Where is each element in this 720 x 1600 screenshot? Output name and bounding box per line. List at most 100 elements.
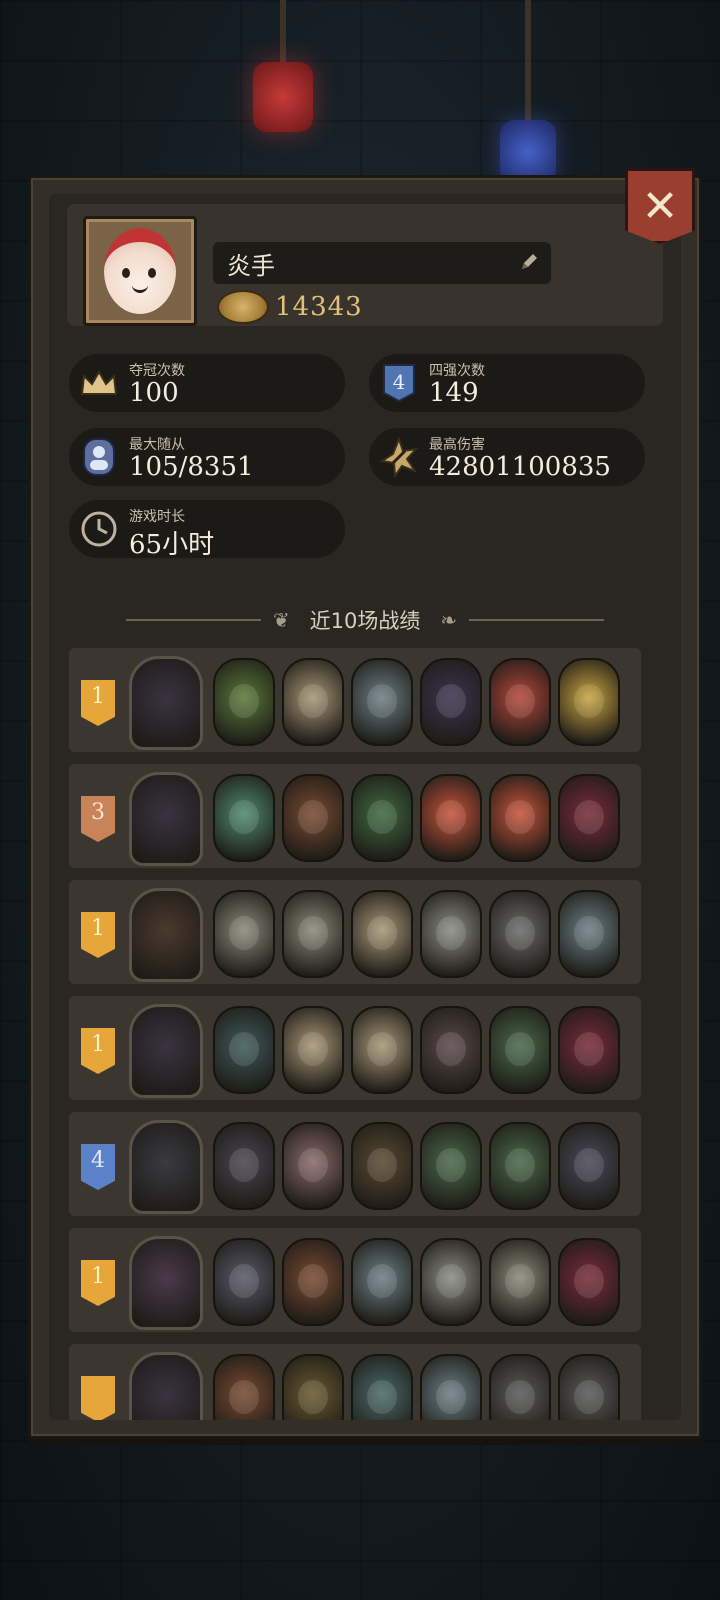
section-title: 近10场战绩 xyxy=(309,609,421,633)
hero-portrait-icon[interactable] xyxy=(129,1236,203,1330)
stat-top-four: 4 四强次数 149 xyxy=(369,354,645,412)
minion-card-icon[interactable] xyxy=(351,1354,413,1420)
minion-card-icon[interactable] xyxy=(420,1238,482,1326)
placement-badge: 1 xyxy=(81,1260,115,1306)
close-icon: ✕ xyxy=(641,180,679,232)
minion-card-icon[interactable] xyxy=(282,1122,344,1210)
hero-portrait-icon[interactable] xyxy=(129,1352,203,1420)
minion-card-icon[interactable] xyxy=(489,1122,551,1210)
minion-card-icon[interactable] xyxy=(282,774,344,862)
swirl-ornament-icon: ❦ xyxy=(272,608,290,632)
panel-content: 炎手 14343 夺冠次数 100 4 四强次数 149 最大随从 105/83… xyxy=(49,194,681,1420)
hero-portrait-icon[interactable] xyxy=(129,1004,203,1098)
minion-card-icon[interactable] xyxy=(351,1238,413,1326)
hero-portrait-icon[interactable] xyxy=(129,1120,203,1214)
minion-card-icon[interactable] xyxy=(282,1354,344,1420)
minion-card-icon[interactable] xyxy=(489,774,551,862)
minion-card-icon[interactable] xyxy=(351,890,413,978)
red-lantern-jar xyxy=(253,62,313,132)
minion-card-icon[interactable] xyxy=(558,1006,620,1094)
hanging-rope xyxy=(525,0,531,120)
divider-line xyxy=(125,619,261,621)
svg-text:4: 4 xyxy=(393,370,406,394)
minion-card-icon[interactable] xyxy=(420,890,482,978)
minion-card-icon[interactable] xyxy=(420,658,482,746)
minion-card-icon[interactable] xyxy=(351,658,413,746)
profile-header: 炎手 14343 xyxy=(67,204,663,326)
placement-badge: 4 xyxy=(81,1144,115,1190)
minion-card-icon[interactable] xyxy=(213,1122,275,1210)
minion-card-icon[interactable] xyxy=(282,1006,344,1094)
minion-card-icon[interactable] xyxy=(489,1006,551,1094)
minion-card-icon[interactable] xyxy=(213,1006,275,1094)
stat-max-minions: 最大随从 105/8351 xyxy=(69,428,345,486)
stat-value: 149 xyxy=(429,378,479,408)
battle-record-row[interactable] xyxy=(67,1342,643,1420)
minion-card-icon[interactable] xyxy=(558,1354,620,1420)
minion-card-icon[interactable] xyxy=(558,1122,620,1210)
hero-portrait-icon[interactable] xyxy=(129,888,203,982)
hanging-rope xyxy=(280,0,286,64)
minion-card-icon[interactable] xyxy=(420,1006,482,1094)
crown-icon xyxy=(79,363,119,403)
stat-play-time: 游戏时长 65小时 xyxy=(69,500,345,560)
pencil-edit-icon[interactable] xyxy=(519,252,539,272)
minion-card-icon[interactable] xyxy=(558,890,620,978)
minion-card-icon[interactable] xyxy=(351,1006,413,1094)
battle-record-row[interactable]: 1 xyxy=(67,994,643,1102)
shield-4-icon: 4 xyxy=(379,363,419,403)
placement-badge: 1 xyxy=(81,912,115,958)
stat-label: 游戏时长 xyxy=(129,509,185,525)
coin-icon xyxy=(217,290,269,324)
minion-card-icon[interactable] xyxy=(213,774,275,862)
recent-battles-header: ❦ 近10场战绩 ❧ xyxy=(49,604,681,636)
minion-card-icon[interactable] xyxy=(558,774,620,862)
battle-record-row[interactable]: 3 xyxy=(67,762,643,870)
battle-record-row[interactable]: 1 xyxy=(67,646,643,754)
divider-line xyxy=(469,619,605,621)
minion-card-icon[interactable] xyxy=(420,1354,482,1420)
minion-card-icon[interactable] xyxy=(558,658,620,746)
minion-card-icon[interactable] xyxy=(489,1238,551,1326)
minion-card-icon[interactable] xyxy=(351,1122,413,1210)
minion-card-icon[interactable] xyxy=(282,1238,344,1326)
stat-championships: 夺冠次数 100 xyxy=(69,354,345,412)
minion-card-icon[interactable] xyxy=(489,1354,551,1420)
hero-portrait-icon[interactable] xyxy=(129,656,203,750)
minion-card-icon[interactable] xyxy=(213,890,275,978)
stat-value: 105/8351 xyxy=(129,452,254,482)
minion-card-icon[interactable] xyxy=(213,1238,275,1326)
coin-value: 14343 xyxy=(275,292,363,322)
minion-card-icon[interactable] xyxy=(282,890,344,978)
stat-label: 夺冠次数 xyxy=(129,363,185,379)
battle-record-row[interactable]: 4 xyxy=(67,1110,643,1218)
hero-portrait-icon[interactable] xyxy=(129,772,203,866)
stat-label: 最高伤害 xyxy=(429,437,485,453)
minion-card-icon[interactable] xyxy=(420,1122,482,1210)
placement-badge: 3 xyxy=(81,796,115,842)
close-button[interactable]: ✕ xyxy=(625,168,695,244)
red-hood-girl-portrait-icon xyxy=(104,228,176,314)
battle-record-row[interactable]: 1 xyxy=(67,1226,643,1334)
minion-card-icon[interactable] xyxy=(489,890,551,978)
stat-value: 42801100835 xyxy=(429,452,611,482)
minion-card-icon[interactable] xyxy=(213,658,275,746)
placement-badge xyxy=(81,1376,115,1420)
minion-icon xyxy=(79,437,119,477)
minion-card-icon[interactable] xyxy=(558,1238,620,1326)
swirl-ornament-icon: ❧ xyxy=(440,608,458,632)
stat-value: 100 xyxy=(129,378,179,408)
placement-badge: 1 xyxy=(81,1028,115,1074)
minion-card-icon[interactable] xyxy=(213,1354,275,1420)
minion-card-icon[interactable] xyxy=(282,658,344,746)
placement-badge: 1 xyxy=(81,680,115,726)
battle-record-row[interactable]: 1 xyxy=(67,878,643,986)
player-profile-panel: 炎手 14343 夺冠次数 100 4 四强次数 149 最大随从 105/83… xyxy=(28,175,702,1439)
minion-card-icon[interactable] xyxy=(351,774,413,862)
minion-card-icon[interactable] xyxy=(489,658,551,746)
minion-card-icon[interactable] xyxy=(420,774,482,862)
stat-label: 最大随从 xyxy=(129,437,185,453)
clock-icon xyxy=(79,509,119,549)
player-name-field[interactable]: 炎手 xyxy=(213,242,551,284)
avatar[interactable] xyxy=(83,216,197,326)
